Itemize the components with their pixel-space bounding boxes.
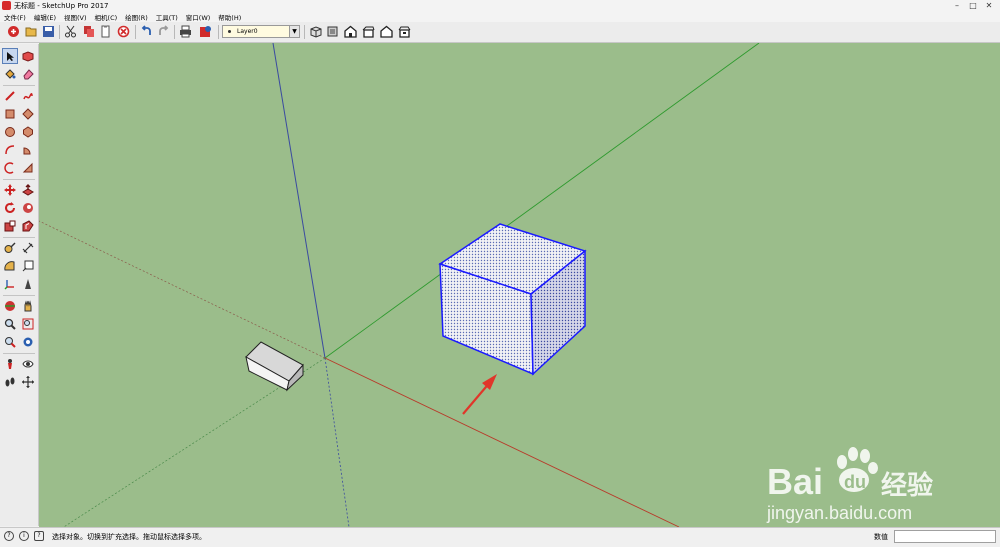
title-bar: 无标题 - SketchUp Pro 2017 – □ ✕ [0,0,1000,11]
menu-bar: 文件(F) 编辑(E) 视图(V) 相机(C) 绘图(R) 工具(T) 窗口(W… [0,11,1000,22]
annotation-arrow [462,374,497,415]
paint-bucket-icon[interactable] [2,66,18,82]
large-tool-set [0,44,39,526]
chevron-down-icon[interactable]: ▼ [289,26,299,37]
selected-cube[interactable] [438,223,587,376]
getting-started-icon[interactable] [6,24,21,39]
geo-location-icon[interactable]: ? [4,531,14,541]
circle-icon[interactable] [2,124,18,140]
baidu-watermark: Bai du 经验 jingyan.baidu.com [766,447,933,523]
red-axis [324,357,680,527]
maximize-icon[interactable]: □ [968,1,978,11]
left-view-icon[interactable] [397,24,412,39]
dimension-icon[interactable] [20,240,36,256]
menu-window[interactable]: 窗口(W) [182,12,215,22]
svg-text:jingyan.baidu.com: jingyan.baidu.com [766,503,912,523]
open-icon[interactable] [24,24,39,39]
axes-icon[interactable] [2,276,18,292]
pie-icon[interactable] [20,142,36,158]
scene-canvas: Bai du 经验 jingyan.baidu.com [39,43,933,527]
minimize-icon[interactable]: – [952,1,962,11]
print-icon[interactable] [178,24,193,39]
menu-edit[interactable]: 编辑(E) [30,12,60,22]
svg-text:经验: 经验 [881,470,933,501]
main-toolbar [0,22,1000,43]
measurements-input[interactable] [894,530,996,543]
measurements-label: 数值 [874,533,888,541]
follow-me-icon[interactable] [20,200,36,216]
status-bar: ? i ? 选择对象。切换到扩充选择。拖动鼠标选择多项。 数值 [0,527,1000,547]
blue-axis-negative [324,357,350,527]
save-icon[interactable] [41,24,56,39]
undo-icon[interactable] [139,24,154,39]
text-icon[interactable] [20,258,36,274]
layer-select-value: Layer0 [237,28,258,35]
menu-camera[interactable]: 相机(C) [91,12,122,22]
window-title: 无标题 - SketchUp Pro 2017 [14,2,109,10]
eraser-icon[interactable] [20,66,36,82]
blue-axis [272,43,326,359]
make-component-icon[interactable] [20,48,36,64]
freehand-icon[interactable] [20,88,36,104]
position-camera-icon[interactable] [2,356,18,372]
polygon-icon[interactable] [20,124,36,140]
orbit-icon[interactable] [2,298,18,314]
push-pull-icon[interactable] [20,182,36,198]
zoom-extents-icon[interactable] [2,334,18,350]
rotate-icon[interactable] [2,200,18,216]
paste-icon[interactable] [98,24,113,39]
close-icon[interactable]: ✕ [984,1,994,11]
layer-select[interactable]: Layer0 ▼ [222,25,300,38]
menu-file[interactable]: 文件(F) [0,12,30,22]
scale-icon[interactable] [2,218,18,234]
protractor-icon[interactable] [2,258,18,274]
3d-text-icon[interactable] [20,276,36,292]
status-hint: 选择对象。切换到扩充选择。拖动鼠标选择多项。 [52,533,206,541]
sketchup-app-icon [2,1,11,10]
rectangle-icon[interactable] [2,106,18,122]
menu-tools[interactable]: 工具(T) [152,12,182,22]
iso-view-icon[interactable] [308,24,323,39]
model-info-icon[interactable] [198,24,213,39]
drawing-area[interactable]: Bai du 经验 jingyan.baidu.com [39,43,1000,527]
layer-dot-icon [228,30,231,33]
front-view-icon[interactable] [343,24,358,39]
menu-view[interactable]: 视图(V) [60,12,91,22]
arc-icon[interactable] [2,142,18,158]
zoom-icon[interactable] [2,316,18,332]
small-box[interactable] [245,341,304,392]
red-axis-negative [39,220,326,359]
select-icon[interactable] [2,48,18,64]
credits-icon[interactable]: i [19,531,29,541]
arc-3pt-icon[interactable] [20,160,36,176]
tape-measure-icon[interactable] [2,240,18,256]
pan-icon[interactable] [20,298,36,314]
offset-icon[interactable] [20,218,36,234]
right-view-icon[interactable] [361,24,376,39]
redo-icon[interactable] [156,24,171,39]
previous-icon[interactable] [20,334,36,350]
copy-icon[interactable] [81,24,96,39]
menu-help[interactable]: 帮助(H) [214,12,245,22]
cut-icon[interactable] [63,24,78,39]
look-around-icon[interactable] [20,356,36,372]
back-view-icon[interactable] [379,24,394,39]
erase-icon[interactable] [116,24,131,39]
move-icon[interactable] [2,182,18,198]
svg-text:du: du [844,472,866,492]
rotated-rectangle-icon[interactable] [20,106,36,122]
line-icon[interactable] [2,88,18,104]
menu-draw[interactable]: 绘图(R) [121,12,152,22]
zoom-window-icon[interactable] [20,316,36,332]
top-view-icon[interactable] [325,24,340,39]
section-plane-icon[interactable] [20,374,36,390]
instructor-icon[interactable]: ? [34,531,44,541]
arc-2pt-icon[interactable] [2,160,18,176]
walk-icon[interactable] [2,374,18,390]
svg-text:Bai: Bai [767,461,823,502]
